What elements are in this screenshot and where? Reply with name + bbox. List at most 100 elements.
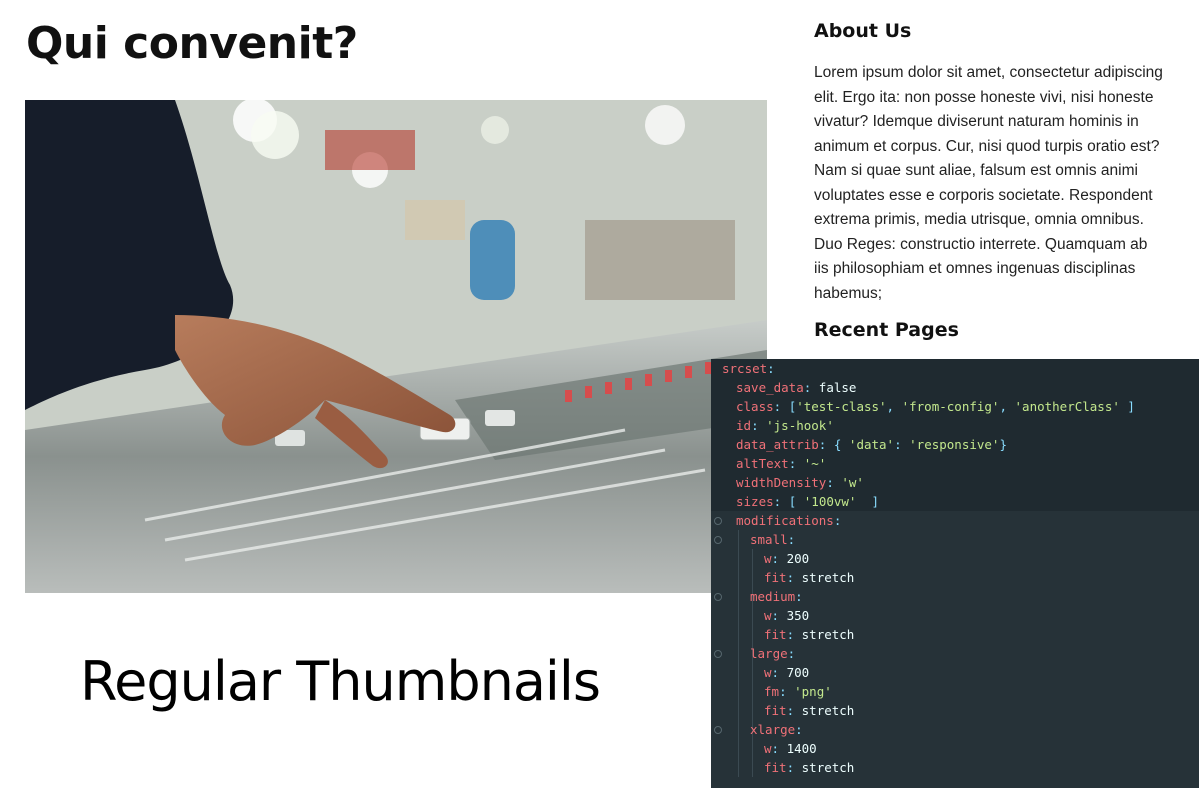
- fold-marker-icon[interactable]: [714, 593, 722, 601]
- code-token: stretch: [801, 570, 855, 585]
- code-line: id: 'js-hook': [711, 416, 1199, 435]
- code-token: :: [894, 437, 910, 452]
- code-token: w: [764, 665, 772, 680]
- code-line: xlarge:: [711, 720, 1199, 739]
- code-token: w: [764, 551, 772, 566]
- code-token: 'js-hook': [766, 418, 834, 433]
- code-line: w: 350: [711, 606, 1199, 625]
- code-token: '~': [803, 456, 827, 471]
- code-token: 'responsive': [909, 437, 1000, 452]
- code-token: w: [764, 608, 772, 623]
- code-line: altText: '~': [711, 454, 1199, 473]
- code-line: w: 200: [711, 549, 1199, 568]
- code-token: class: [736, 399, 774, 414]
- code-token: }: [999, 437, 1007, 452]
- code-token: :: [795, 722, 803, 737]
- fold-marker-icon[interactable]: [714, 650, 722, 658]
- code-token: data_attrib: [736, 437, 819, 452]
- code-token: :: [803, 380, 819, 395]
- code-token: sizes: [736, 494, 774, 509]
- code-token: false: [818, 380, 857, 395]
- recent-pages-heading: Recent Pages: [814, 319, 959, 341]
- code-token: :: [773, 399, 789, 414]
- code-token: 1400: [786, 741, 817, 756]
- code-token: 'test-class': [796, 399, 887, 414]
- code-token: 'data': [848, 437, 895, 452]
- code-line: w: 1400: [711, 739, 1199, 758]
- code-token: [: [788, 494, 804, 509]
- code-token: 'png': [794, 684, 832, 699]
- code-token: :: [771, 551, 787, 566]
- code-token: stretch: [801, 760, 855, 775]
- code-token: :: [773, 494, 789, 509]
- code-token: stretch: [801, 627, 855, 642]
- code-token: :: [795, 589, 803, 604]
- code-token: :: [786, 760, 802, 775]
- code-token: w: [764, 741, 772, 756]
- code-line: fm: 'png': [711, 682, 1199, 701]
- code-line: class: ['test-class', 'from-config', 'an…: [711, 397, 1199, 416]
- code-token: fm: [764, 684, 780, 699]
- code-token: fit: [764, 760, 787, 775]
- hero-image: [25, 100, 767, 593]
- code-token: :: [787, 646, 796, 661]
- code-token: save_data: [736, 380, 804, 395]
- code-token: large: [750, 646, 788, 661]
- code-token: :: [788, 456, 804, 471]
- code-line: small:: [711, 530, 1199, 549]
- code-token: srcset: [722, 361, 768, 376]
- page-title: Qui convenit?: [26, 18, 358, 69]
- fold-marker-icon[interactable]: [714, 517, 722, 525]
- code-token: :: [771, 741, 787, 756]
- code-line: medium:: [711, 587, 1199, 606]
- code-token: fit: [764, 627, 787, 642]
- about-heading: About Us: [814, 20, 912, 42]
- code-token: ,: [999, 399, 1015, 414]
- code-token: '100vw': [803, 494, 857, 509]
- code-editor[interactable]: srcset: save_data: false class: ['test-cla…: [711, 359, 1199, 788]
- code-line: large:: [711, 644, 1199, 663]
- sidebar: About Us Lorem ipsum dolor sit amet, con…: [814, 18, 1164, 341]
- code-line: srcset:: [711, 359, 1199, 378]
- code-token: id: [736, 418, 752, 433]
- about-text: Lorem ipsum dolor sit amet, consectetur …: [814, 64, 1163, 302]
- code-token: :: [818, 437, 834, 452]
- code-line: data_attrib: { 'data': 'responsive'}: [711, 435, 1199, 454]
- mixing-console-photo: [25, 100, 767, 593]
- code-line: modifications:: [711, 511, 1199, 530]
- code-token: 'from-config': [901, 399, 1000, 414]
- code-token: :: [786, 570, 802, 585]
- code-token: medium: [750, 589, 796, 604]
- code-token: :: [786, 627, 802, 642]
- code-line: fit: stretch: [711, 758, 1199, 777]
- code-token: xlarge: [750, 722, 796, 737]
- code-token: fit: [764, 703, 787, 718]
- code-token: 'anotherClass': [1014, 399, 1120, 414]
- code-token: ]: [856, 494, 880, 509]
- code-token: :: [751, 418, 767, 433]
- code-token: fit: [764, 570, 787, 585]
- code-token: :: [786, 703, 802, 718]
- code-token: :: [826, 475, 842, 490]
- code-token: :: [787, 532, 796, 547]
- code-line: sizes: [ '100vw' ]: [711, 492, 1199, 511]
- code-token: :: [771, 665, 787, 680]
- code-token: :: [779, 684, 795, 699]
- code-token: 350: [786, 608, 810, 623]
- code-token: 700: [786, 665, 810, 680]
- code-token: 'w': [841, 475, 864, 490]
- fold-marker-icon[interactable]: [714, 726, 722, 734]
- code-line: save_data: false: [711, 378, 1199, 397]
- code-token: small: [750, 532, 788, 547]
- code-token: :: [771, 608, 787, 623]
- code-line: fit: stretch: [711, 568, 1199, 587]
- code-line: fit: stretch: [711, 701, 1199, 720]
- code-token: {: [833, 437, 849, 452]
- code-token: widthDensity: [736, 475, 827, 490]
- code-token: 200: [786, 551, 810, 566]
- fold-marker-icon[interactable]: [714, 536, 722, 544]
- code-token: stretch: [801, 703, 855, 718]
- code-line: fit: stretch: [711, 625, 1199, 644]
- code-token: :: [833, 513, 842, 528]
- caption-label: Regular Thumbnails: [80, 650, 601, 713]
